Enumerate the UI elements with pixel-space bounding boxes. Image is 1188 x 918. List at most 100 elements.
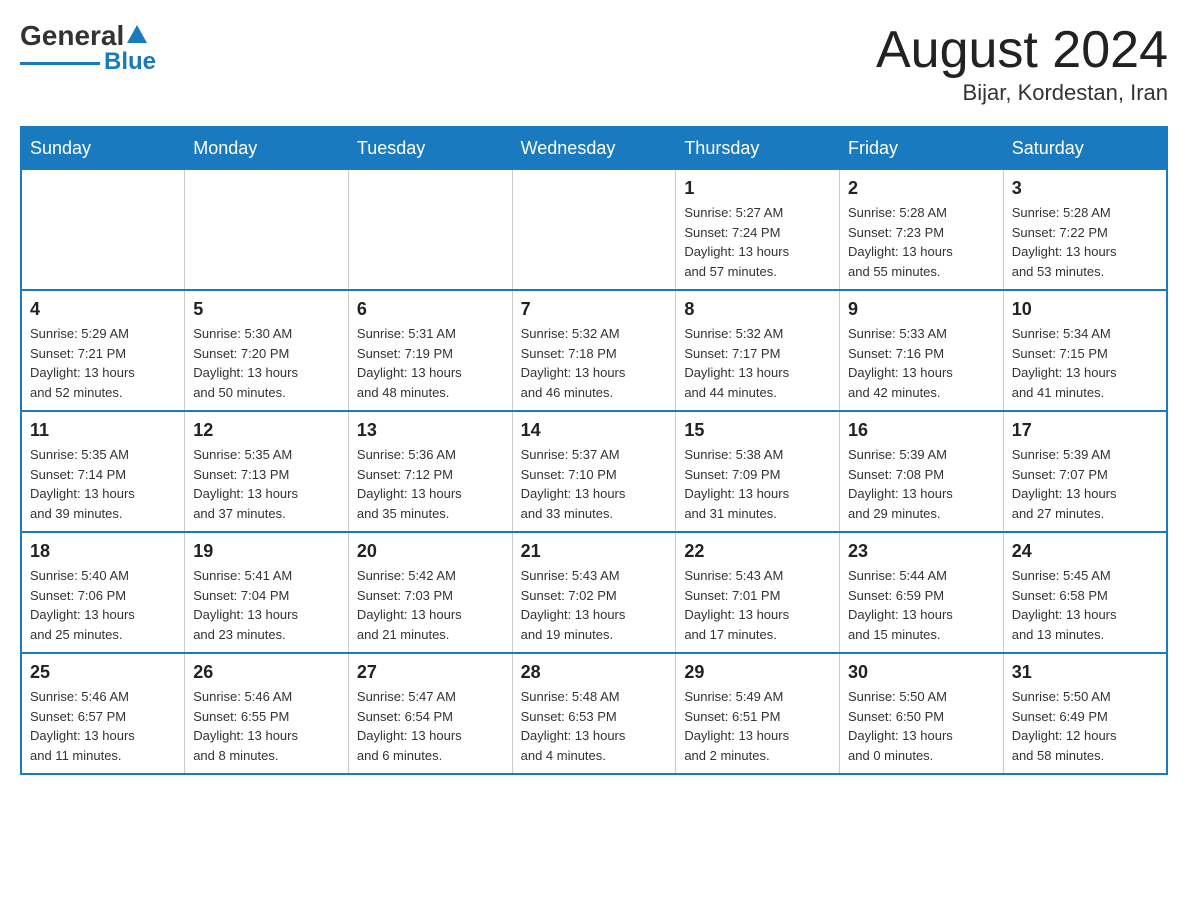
day-info: Sunrise: 5:44 AM Sunset: 6:59 PM Dayligh… [848, 566, 995, 644]
day-number: 1 [684, 178, 831, 199]
calendar-cell: 23 Sunrise: 5:44 AM Sunset: 6:59 PM Dayli… [840, 532, 1004, 653]
calendar-cell: 25Sunrise: 5:46 AM Sunset: 6:57 PM Dayli… [21, 653, 185, 774]
calendar-week-row: 25Sunrise: 5:46 AM Sunset: 6:57 PM Dayli… [21, 653, 1167, 774]
calendar-cell: 26Sunrise: 5:46 AM Sunset: 6:55 PM Dayli… [185, 653, 349, 774]
day-header-wednesday: Wednesday [512, 127, 676, 170]
day-info: Sunrise: 5:37 AM Sunset: 7:10 PM Dayligh… [521, 445, 668, 523]
day-info: Sunrise: 5:47 AM Sunset: 6:54 PM Dayligh… [357, 687, 504, 765]
day-number: 18 [30, 541, 176, 562]
day-header-thursday: Thursday [676, 127, 840, 170]
day-number: 15 [684, 420, 831, 441]
day-info: Sunrise: 5:40 AM Sunset: 7:06 PM Dayligh… [30, 566, 176, 644]
calendar-cell: 15 Sunrise: 5:38 AM Sunset: 7:09 PM Dayli… [676, 411, 840, 532]
day-number: 10 [1012, 299, 1158, 320]
calendar-cell: 21Sunrise: 5:43 AM Sunset: 7:02 PM Dayli… [512, 532, 676, 653]
day-header-friday: Friday [840, 127, 1004, 170]
calendar-cell: 19 Sunrise: 5:41 AM Sunset: 7:04 PM Dayli… [185, 532, 349, 653]
day-info: Sunrise: 5:35 AM Sunset: 7:14 PM Dayligh… [30, 445, 176, 523]
calendar-cell: 13 Sunrise: 5:36 AM Sunset: 7:12 PM Dayli… [348, 411, 512, 532]
day-number: 17 [1012, 420, 1158, 441]
day-number: 2 [848, 178, 995, 199]
day-info: Sunrise: 5:28 AM Sunset: 7:23 PM Dayligh… [848, 203, 995, 281]
day-info: Sunrise: 5:41 AM Sunset: 7:04 PM Dayligh… [193, 566, 340, 644]
day-header-tuesday: Tuesday [348, 127, 512, 170]
title-area: August 2024 Bijar, Kordestan, Iran [876, 20, 1168, 106]
day-info: Sunrise: 5:43 AM Sunset: 7:02 PM Dayligh… [521, 566, 668, 644]
calendar-cell: 6 Sunrise: 5:31 AM Sunset: 7:19 PM Daylig… [348, 290, 512, 411]
location-text: Bijar, Kordestan, Iran [876, 80, 1168, 106]
day-number: 11 [30, 420, 176, 441]
logo-blue-text: Blue [104, 48, 156, 76]
day-number: 13 [357, 420, 504, 441]
day-info: Sunrise: 5:42 AM Sunset: 7:03 PM Dayligh… [357, 566, 504, 644]
day-number: 5 [193, 299, 340, 320]
day-number: 16 [848, 420, 995, 441]
day-info: Sunrise: 5:34 AM Sunset: 7:15 PM Dayligh… [1012, 324, 1158, 402]
calendar-header-row: SundayMondayTuesdayWednesdayThursdayFrid… [21, 127, 1167, 170]
day-number: 22 [684, 541, 831, 562]
day-number: 6 [357, 299, 504, 320]
day-number: 29 [684, 662, 831, 683]
day-info: Sunrise: 5:31 AM Sunset: 7:19 PM Dayligh… [357, 324, 504, 402]
day-info: Sunrise: 5:36 AM Sunset: 7:12 PM Dayligh… [357, 445, 504, 523]
day-number: 7 [521, 299, 668, 320]
day-header-sunday: Sunday [21, 127, 185, 170]
logo: General Blue [20, 20, 156, 76]
calendar-cell [348, 170, 512, 291]
calendar-cell: 24 Sunrise: 5:45 AM Sunset: 6:58 PM Dayli… [1003, 532, 1167, 653]
calendar-cell [185, 170, 349, 291]
calendar-cell: 3 Sunrise: 5:28 AM Sunset: 7:22 PM Daylig… [1003, 170, 1167, 291]
calendar-week-row: 1 Sunrise: 5:27 AM Sunset: 7:24 PM Daylig… [21, 170, 1167, 291]
day-number: 31 [1012, 662, 1158, 683]
day-header-monday: Monday [185, 127, 349, 170]
calendar-cell: 17 Sunrise: 5:39 AM Sunset: 7:07 PM Dayli… [1003, 411, 1167, 532]
calendar-cell: 29 Sunrise: 5:49 AM Sunset: 6:51 PM Dayli… [676, 653, 840, 774]
day-header-saturday: Saturday [1003, 127, 1167, 170]
logo-line [20, 62, 100, 65]
calendar-cell: 14Sunrise: 5:37 AM Sunset: 7:10 PM Dayli… [512, 411, 676, 532]
calendar-cell: 7Sunrise: 5:32 AM Sunset: 7:18 PM Daylig… [512, 290, 676, 411]
calendar-cell: 5 Sunrise: 5:30 AM Sunset: 7:20 PM Daylig… [185, 290, 349, 411]
calendar-cell: 8Sunrise: 5:32 AM Sunset: 7:17 PM Daylig… [676, 290, 840, 411]
calendar-cell: 11 Sunrise: 5:35 AM Sunset: 7:14 PM Dayli… [21, 411, 185, 532]
day-info: Sunrise: 5:28 AM Sunset: 7:22 PM Dayligh… [1012, 203, 1158, 281]
calendar-week-row: 18 Sunrise: 5:40 AM Sunset: 7:06 PM Dayli… [21, 532, 1167, 653]
day-number: 9 [848, 299, 995, 320]
calendar-cell: 9 Sunrise: 5:33 AM Sunset: 7:16 PM Daylig… [840, 290, 1004, 411]
day-info: Sunrise: 5:39 AM Sunset: 7:08 PM Dayligh… [848, 445, 995, 523]
day-info: Sunrise: 5:29 AM Sunset: 7:21 PM Dayligh… [30, 324, 176, 402]
calendar-week-row: 4 Sunrise: 5:29 AM Sunset: 7:21 PM Daylig… [21, 290, 1167, 411]
calendar-table: SundayMondayTuesdayWednesdayThursdayFrid… [20, 126, 1168, 775]
calendar-cell: 30 Sunrise: 5:50 AM Sunset: 6:50 PM Dayli… [840, 653, 1004, 774]
day-number: 4 [30, 299, 176, 320]
day-info: Sunrise: 5:30 AM Sunset: 7:20 PM Dayligh… [193, 324, 340, 402]
day-number: 23 [848, 541, 995, 562]
day-info: Sunrise: 5:38 AM Sunset: 7:09 PM Dayligh… [684, 445, 831, 523]
day-number: 30 [848, 662, 995, 683]
day-info: Sunrise: 5:39 AM Sunset: 7:07 PM Dayligh… [1012, 445, 1158, 523]
day-number: 27 [357, 662, 504, 683]
calendar-cell: 12 Sunrise: 5:35 AM Sunset: 7:13 PM Dayli… [185, 411, 349, 532]
calendar-cell [21, 170, 185, 291]
calendar-cell: 1 Sunrise: 5:27 AM Sunset: 7:24 PM Daylig… [676, 170, 840, 291]
calendar-cell: 22Sunrise: 5:43 AM Sunset: 7:01 PM Dayli… [676, 532, 840, 653]
day-info: Sunrise: 5:33 AM Sunset: 7:16 PM Dayligh… [848, 324, 995, 402]
day-info: Sunrise: 5:32 AM Sunset: 7:17 PM Dayligh… [684, 324, 831, 402]
calendar-cell: 18 Sunrise: 5:40 AM Sunset: 7:06 PM Dayli… [21, 532, 185, 653]
day-info: Sunrise: 5:45 AM Sunset: 6:58 PM Dayligh… [1012, 566, 1158, 644]
calendar-cell: 31Sunrise: 5:50 AM Sunset: 6:49 PM Dayli… [1003, 653, 1167, 774]
calendar-cell: 4 Sunrise: 5:29 AM Sunset: 7:21 PM Daylig… [21, 290, 185, 411]
day-number: 3 [1012, 178, 1158, 199]
day-number: 24 [1012, 541, 1158, 562]
day-info: Sunrise: 5:35 AM Sunset: 7:13 PM Dayligh… [193, 445, 340, 523]
day-info: Sunrise: 5:46 AM Sunset: 6:57 PM Dayligh… [30, 687, 176, 765]
day-info: Sunrise: 5:49 AM Sunset: 6:51 PM Dayligh… [684, 687, 831, 765]
day-number: 26 [193, 662, 340, 683]
day-number: 19 [193, 541, 340, 562]
day-number: 12 [193, 420, 340, 441]
day-info: Sunrise: 5:27 AM Sunset: 7:24 PM Dayligh… [684, 203, 831, 281]
day-info: Sunrise: 5:50 AM Sunset: 6:50 PM Dayligh… [848, 687, 995, 765]
day-info: Sunrise: 5:48 AM Sunset: 6:53 PM Dayligh… [521, 687, 668, 765]
logo-triangle-icon [126, 23, 148, 45]
calendar-cell: 16 Sunrise: 5:39 AM Sunset: 7:08 PM Dayli… [840, 411, 1004, 532]
